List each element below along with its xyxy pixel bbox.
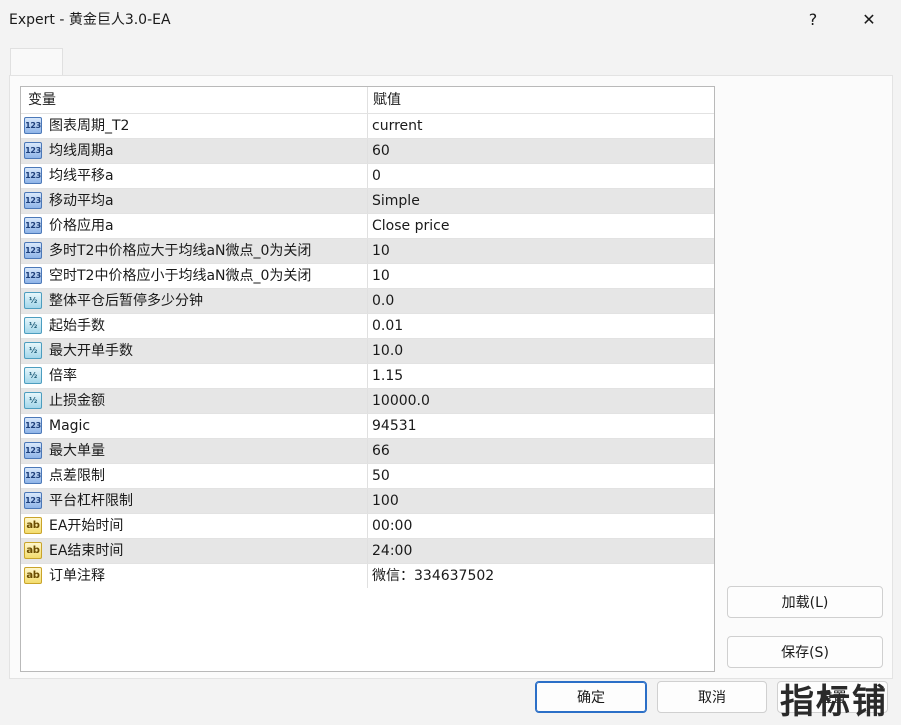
variable-name: 多时T2中价格应大于均线aN微点_0为关闭 (49, 243, 312, 259)
variable-value[interactable]: Simple (367, 189, 714, 213)
table-row[interactable]: 123 图表周期_T2 current (21, 113, 714, 138)
variable-name: 止损金额 (49, 393, 105, 409)
variable-name: 移动平均a (49, 193, 114, 209)
table-row[interactable]: ½ 最大开单手数 10.0 (21, 338, 714, 363)
close-button[interactable]: ✕ (846, 0, 892, 38)
help-button[interactable]: ? (790, 0, 836, 38)
table-row[interactable]: 123 移动平均a Simple (21, 188, 714, 213)
variable-name: EA结束时间 (49, 543, 124, 559)
table-row[interactable]: 123 均线周期a 60 (21, 138, 714, 163)
variable-value[interactable]: 100 (367, 489, 714, 513)
table-row[interactable]: ½ 起始手数 0.01 (21, 313, 714, 338)
integer-type-icon: 123 (24, 267, 42, 284)
table-row[interactable]: 123 均线平移a 0 (21, 163, 714, 188)
table-row[interactable]: 123 多时T2中价格应大于均线aN微点_0为关闭 10 (21, 238, 714, 263)
integer-type-icon: 123 (24, 492, 42, 509)
variable-name: 均线周期a (49, 143, 114, 159)
variable-name: 平台杠杆限制 (49, 493, 133, 509)
variable-name: 最大开单手数 (49, 343, 133, 359)
variable-value[interactable]: Close price (367, 214, 714, 238)
table-row[interactable]: ½ 倍率 1.15 (21, 363, 714, 388)
string-type-icon: ab (24, 517, 42, 534)
table-row[interactable]: 123 点差限制 50 (21, 463, 714, 488)
variable-value[interactable]: 10 (367, 264, 714, 288)
integer-type-icon: 123 (24, 442, 42, 459)
variable-name: 空时T2中价格应小于均线aN微点_0为关闭 (49, 268, 312, 284)
inputs-grid[interactable]: 变量 赋值 123 图表周期_T2 current 123 均线周期a 60 123 均线平移… (20, 86, 715, 672)
table-row[interactable]: ab EA开始时间 00:00 (21, 513, 714, 538)
variable-value[interactable]: 10000.0 (367, 389, 714, 413)
tab-strip (10, 48, 890, 76)
double-type-icon: ½ (24, 292, 42, 309)
variable-name: 起始手数 (49, 318, 105, 334)
table-row[interactable]: 123 Magic 94531 (21, 413, 714, 438)
variable-name: 倍率 (49, 368, 77, 384)
integer-type-icon: 123 (24, 217, 42, 234)
integer-type-icon: 123 (24, 142, 42, 159)
help-icon: ? (808, 9, 818, 29)
table-row[interactable]: 123 平台杠杆限制 100 (21, 488, 714, 513)
table-row[interactable]: ab EA结束时间 24:00 (21, 538, 714, 563)
variable-name: EA开始时间 (49, 518, 124, 534)
expert-dialog: Expert - 黄金巨人3.0-EA ? ✕ 变量 赋值 123 图表周期_T2… (0, 0, 901, 725)
variable-value[interactable]: 0.01 (367, 314, 714, 338)
variable-value[interactable]: 微信：334637502 (367, 564, 714, 588)
integer-type-icon: 123 (24, 192, 42, 209)
variable-value[interactable]: 60 (367, 139, 714, 163)
table-row[interactable]: 123 最大单量 66 (21, 438, 714, 463)
reset-button[interactable]: 重置 (777, 681, 888, 713)
variable-name: Magic (49, 418, 91, 434)
variable-value[interactable]: 94531 (367, 414, 714, 438)
integer-type-icon: 123 (24, 417, 42, 434)
integer-type-icon: 123 (24, 117, 42, 134)
load-button[interactable]: 加载(L) (727, 586, 883, 618)
column-header-value[interactable]: 赋值 (367, 87, 714, 113)
table-row[interactable]: ½ 整体平仓后暂停多少分钟 0.0 (21, 288, 714, 313)
integer-type-icon: 123 (24, 242, 42, 259)
string-type-icon: ab (24, 542, 42, 559)
tab-inputs[interactable] (10, 48, 63, 75)
table-row[interactable]: 123 价格应用a Close price (21, 213, 714, 238)
double-type-icon: ½ (24, 367, 42, 384)
ok-button[interactable]: 确定 (535, 681, 647, 713)
variable-name: 点差限制 (49, 468, 105, 484)
variable-value[interactable]: 0 (367, 164, 714, 188)
variable-name: 最大单量 (49, 443, 105, 459)
title-bar: Expert - 黄金巨人3.0-EA ? ✕ (0, 0, 901, 38)
variable-name: 均线平移a (49, 168, 114, 184)
integer-type-icon: 123 (24, 467, 42, 484)
grid-header: 变量 赋值 (21, 87, 714, 113)
variable-value[interactable]: 1.15 (367, 364, 714, 388)
variable-value[interactable]: 00:00 (367, 514, 714, 538)
variable-value[interactable]: current (367, 114, 714, 138)
variable-value[interactable]: 10.0 (367, 339, 714, 363)
variable-value[interactable]: 10 (367, 239, 714, 263)
double-type-icon: ½ (24, 392, 42, 409)
variable-name: 整体平仓后暂停多少分钟 (49, 293, 203, 309)
variable-value[interactable]: 0.0 (367, 289, 714, 313)
variable-name: 订单注释 (49, 568, 105, 584)
window-title: Expert - 黄金巨人3.0-EA (9, 12, 171, 28)
column-header-variable[interactable]: 变量 (21, 87, 367, 113)
table-row[interactable]: 123 空时T2中价格应小于均线aN微点_0为关闭 10 (21, 263, 714, 288)
integer-type-icon: 123 (24, 167, 42, 184)
variable-value[interactable]: 50 (367, 464, 714, 488)
close-icon: ✕ (862, 9, 876, 29)
table-row[interactable]: ab 订单注释 微信：334637502 (21, 563, 714, 588)
table-row[interactable]: ½ 止损金额 10000.0 (21, 388, 714, 413)
variable-value[interactable]: 24:00 (367, 539, 714, 563)
variable-name: 图表周期_T2 (49, 118, 130, 134)
string-type-icon: ab (24, 567, 42, 584)
variable-name: 价格应用a (49, 218, 114, 234)
double-type-icon: ½ (24, 342, 42, 359)
grid-rows: 123 图表周期_T2 current 123 均线周期a 60 123 均线平移a 0 123 移… (21, 113, 714, 588)
variable-value[interactable]: 66 (367, 439, 714, 463)
cancel-button[interactable]: 取消 (657, 681, 767, 713)
double-type-icon: ½ (24, 317, 42, 334)
save-button[interactable]: 保存(S) (727, 636, 883, 668)
